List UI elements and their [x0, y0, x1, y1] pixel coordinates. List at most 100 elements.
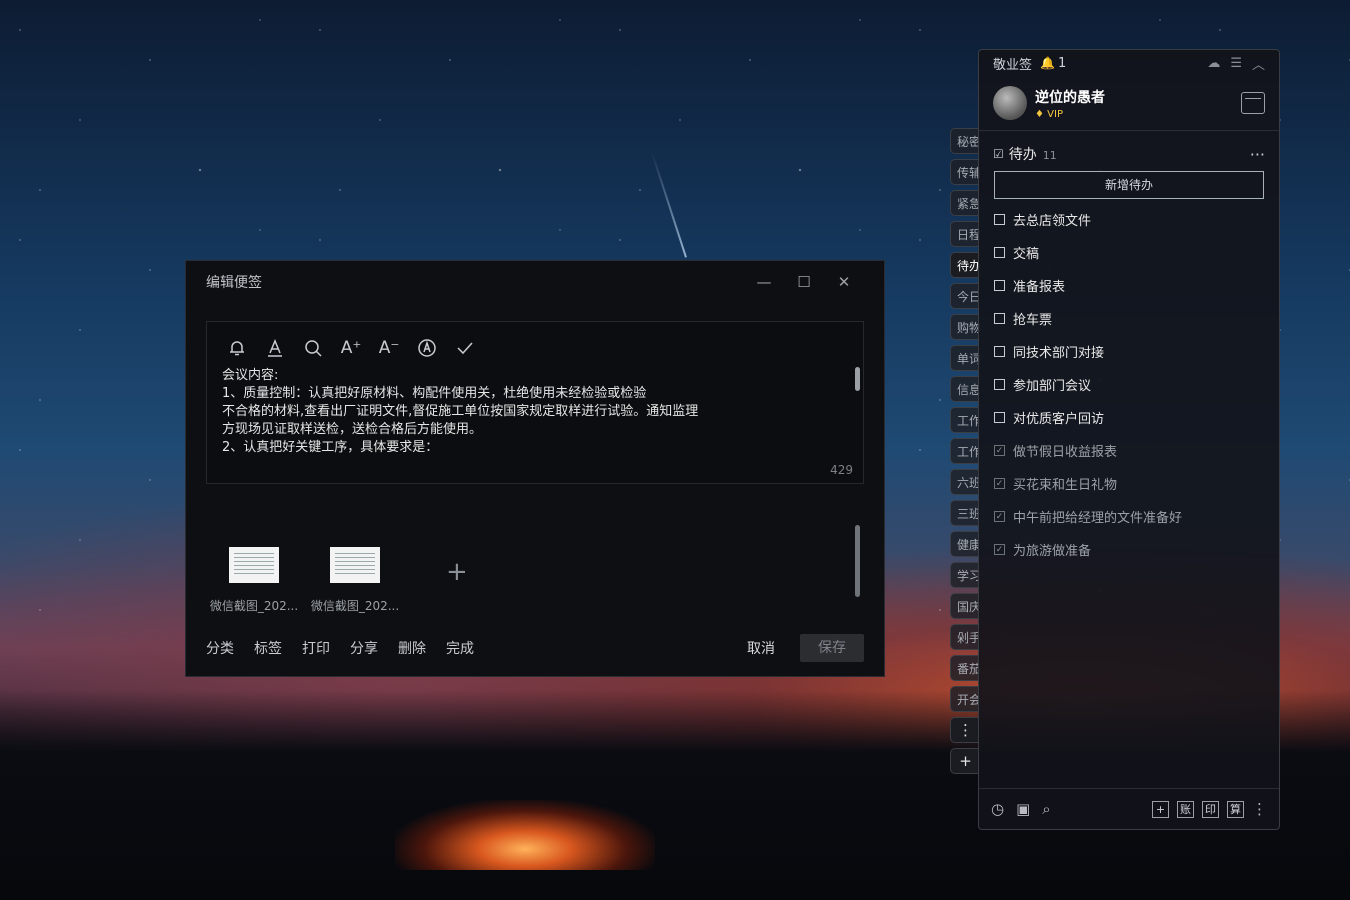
tab-item[interactable]: 剁手: [950, 624, 980, 650]
todo-checkbox[interactable]: [994, 214, 1005, 225]
calculator-button[interactable]: 算: [1227, 800, 1244, 818]
content-scrollbar[interactable]: [855, 367, 860, 391]
tab-item[interactable]: 开会: [950, 686, 980, 712]
reminder-bell-icon[interactable]: 🔔: [1040, 56, 1055, 70]
user-profile: 逆位的愚者 ♦ VIP: [979, 76, 1279, 131]
calendar-icon[interactable]: [1241, 92, 1265, 114]
category-button[interactable]: 分类: [206, 638, 234, 658]
tab-item[interactable]: 健康: [950, 531, 980, 557]
todo-item[interactable]: 同技术部门对接: [979, 335, 1279, 368]
todo-text: 准备报表: [1013, 280, 1066, 295]
todo-checkbox-checked[interactable]: ✓: [994, 445, 1005, 456]
close-button[interactable]: ✕: [824, 273, 864, 291]
calendar-check-icon[interactable]: ▣: [1016, 800, 1030, 818]
todo-checkbox[interactable]: [994, 412, 1005, 423]
ledger-button[interactable]: 账: [1177, 800, 1194, 818]
todo-checkbox-checked[interactable]: ✓: [994, 511, 1005, 522]
vip-label: VIP: [1047, 108, 1063, 120]
add-todo-button[interactable]: 新增待办: [994, 171, 1264, 199]
app-name: 敬业签: [993, 57, 1033, 73]
search-icon[interactable]: ⌕: [1042, 800, 1050, 818]
add-tab-button[interactable]: +: [950, 748, 980, 774]
delete-button[interactable]: 删除: [398, 638, 426, 658]
maximize-button[interactable]: ☐: [784, 273, 824, 291]
tag-button[interactable]: 标签: [254, 638, 282, 658]
todo-checkbox[interactable]: [994, 346, 1005, 357]
todo-checkbox[interactable]: [994, 247, 1005, 258]
print-stamp-button[interactable]: 印: [1202, 800, 1219, 818]
attachment-item[interactable]: 微信截图_202...: [307, 547, 403, 614]
collapse-icon[interactable]: ︿: [1252, 54, 1265, 73]
user-name[interactable]: 逆位的愚者: [1035, 87, 1105, 107]
todo-item-done[interactable]: ✓ 中午前把给经理的文件准备好: [979, 500, 1279, 533]
tab-item[interactable]: 传辅: [950, 159, 980, 185]
more-vertical-icon[interactable]: ⋮: [1252, 800, 1267, 818]
font-size-increase-icon[interactable]: A⁺: [337, 334, 365, 362]
todo-item-done[interactable]: ✓ 做节假日收益报表: [979, 434, 1279, 467]
avatar[interactable]: [993, 86, 1027, 120]
tab-item[interactable]: 单词: [950, 345, 980, 371]
todo-list: 去总店领文件 交稿 准备报表 抢车票 同技术部门对接 参加部门会议 对优质客户回…: [979, 203, 1279, 566]
add-note-button[interactable]: +: [1152, 800, 1169, 818]
minimize-button[interactable]: —: [744, 273, 784, 291]
font-size-decrease-icon[interactable]: A⁻: [375, 334, 403, 362]
edit-note-window: 编辑便签 — ☐ ✕ A⁺ A⁻ 会议内容: 1、质量控制：认真把好原材料、构配…: [185, 260, 885, 677]
clock-icon[interactable]: ◷: [991, 800, 1004, 818]
content-line: 2、认真把好关键工序，具体要求是：: [222, 440, 439, 455]
tab-item[interactable]: 今日: [950, 283, 980, 309]
todo-item-done[interactable]: ✓ 为旅游做准备: [979, 533, 1279, 566]
todo-checkbox[interactable]: [994, 313, 1005, 324]
done-button[interactable]: 完成: [446, 638, 474, 658]
todo-item-done[interactable]: ✓ 买花束和生日礼物: [979, 467, 1279, 500]
campfire-glow: [395, 800, 655, 870]
todo-item[interactable]: 去总店领文件: [979, 203, 1279, 236]
add-attachment-button[interactable]: +: [446, 557, 468, 587]
image-thumbnail: [330, 547, 380, 583]
todo-text: 抢车票: [1013, 313, 1053, 328]
check-icon[interactable]: [451, 334, 479, 362]
clear-format-icon[interactable]: [413, 334, 441, 362]
tab-item-active[interactable]: 待办: [950, 252, 980, 278]
todo-item[interactable]: 抢车票: [979, 302, 1279, 335]
todo-text: 中午前把给经理的文件准备好: [1013, 511, 1183, 526]
tab-item[interactable]: 番茄: [950, 655, 980, 681]
content-line: 1、质量控制：认真把好原材料、构配件使用关，杜绝使用未经检验或检验: [222, 386, 647, 401]
menu-icon[interactable]: ☰: [1230, 56, 1242, 71]
more-tabs-button[interactable]: ⋮: [950, 717, 980, 743]
cloud-sync-icon[interactable]: ☁: [1207, 56, 1220, 71]
todo-checkbox[interactable]: [994, 280, 1005, 291]
note-editor-box[interactable]: A⁺ A⁻ 会议内容: 1、质量控制：认真把好原材料、构配件使用关，杜绝使用未经…: [206, 321, 864, 484]
share-button[interactable]: 分享: [350, 638, 378, 658]
text-color-icon[interactable]: [261, 334, 289, 362]
cancel-button[interactable]: 取消: [747, 638, 775, 658]
panel-titlebar[interactable]: 敬业签 🔔 1 ☁ ☰ ︿: [979, 50, 1279, 76]
todo-checkbox[interactable]: [994, 379, 1005, 390]
todo-checkbox-checked[interactable]: ✓: [994, 544, 1005, 555]
bell-icon[interactable]: [223, 334, 251, 362]
tab-item[interactable]: 三班: [950, 500, 980, 526]
todo-item[interactable]: 交稿: [979, 236, 1279, 269]
tab-item[interactable]: 信息: [950, 376, 980, 402]
search-icon[interactable]: [299, 334, 327, 362]
tab-item[interactable]: 秘密: [950, 128, 980, 154]
tab-item[interactable]: 国庆: [950, 593, 980, 619]
todo-checkbox-checked[interactable]: ✓: [994, 478, 1005, 489]
list-title: 待办: [1008, 147, 1037, 163]
todo-item[interactable]: 准备报表: [979, 269, 1279, 302]
todo-item[interactable]: 对优质客户回访: [979, 401, 1279, 434]
print-button[interactable]: 打印: [302, 638, 330, 658]
tab-item[interactable]: 工作: [950, 438, 980, 464]
tab-item[interactable]: 六班: [950, 469, 980, 495]
save-button[interactable]: 保存: [800, 634, 864, 662]
tab-item[interactable]: 工作: [950, 407, 980, 433]
tab-item[interactable]: 购物: [950, 314, 980, 340]
attachment-scrollbar[interactable]: [855, 525, 860, 597]
more-options-icon[interactable]: ···: [1250, 145, 1265, 164]
todo-item[interactable]: 参加部门会议: [979, 368, 1279, 401]
attachment-item[interactable]: 微信截图_202...: [206, 547, 302, 614]
tab-item[interactable]: 日程: [950, 221, 980, 247]
note-content-text[interactable]: 会议内容: 1、质量控制：认真把好原材料、构配件使用关，杜绝使用未经检验或检验 …: [222, 367, 822, 457]
tab-item[interactable]: 学习: [950, 562, 980, 588]
tab-item[interactable]: 紧急: [950, 190, 980, 216]
editor-titlebar[interactable]: 编辑便签 — ☐ ✕: [186, 261, 884, 303]
